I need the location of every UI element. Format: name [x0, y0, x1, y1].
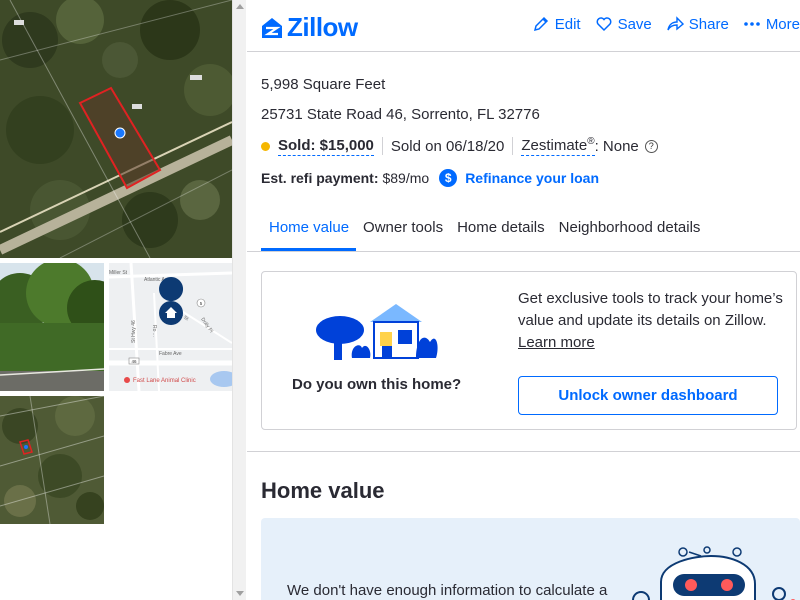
panel-header: Zillow Edit Save Share More: [247, 0, 800, 52]
map-street-label: Fabre Ave: [159, 351, 182, 357]
home-value-heading: Home value: [261, 478, 385, 503]
more-label: More: [765, 15, 800, 33]
share-label: Share: [688, 15, 729, 33]
refi-value: $89/mo: [382, 170, 430, 186]
more-dots-icon: [744, 22, 760, 26]
dollar-icon: $: [439, 169, 458, 187]
tab-neighborhood-details[interactable]: Neighborhood details: [552, 207, 708, 251]
tab-home-details[interactable]: Home details: [450, 207, 552, 251]
property-facts: 5,998 Square Feet 25731 State Road 46, S…: [247, 52, 800, 187]
aerial-photo-secondary[interactable]: [0, 396, 104, 524]
pencil-icon: [533, 16, 548, 32]
aerial-photo-main[interactable]: [0, 0, 232, 258]
owner-description: Get exclusive tools to track your home’s…: [518, 288, 788, 354]
header-actions: Edit Save Share More: [532, 15, 800, 33]
save-button[interactable]: Save: [595, 15, 652, 33]
share-icon: [667, 16, 684, 31]
property-details-panel: Zillow Edit Save Share More 5,998 Square…: [247, 0, 800, 600]
detail-tabs: Home value Owner tools Home details Neig…: [247, 207, 800, 252]
edit-label: Edit: [554, 15, 581, 33]
home-value-message: We don't have enough information to calc…: [287, 582, 608, 599]
owner-question: Do you own this home?: [292, 376, 462, 393]
street-photo[interactable]: [0, 263, 104, 391]
brand-name: Zillow: [287, 12, 358, 42]
map-street-label: St Hwy 46: [131, 320, 137, 343]
sale-status-row: Sold: $15,000 Sold on 06/18/20 Zestimate…: [261, 136, 786, 156]
section-divider: [247, 451, 800, 452]
tab-owner-tools[interactable]: Owner tools: [356, 207, 450, 251]
property-address: 25731 State Road 46, Sorrento, FL 32776: [261, 106, 540, 123]
lot-area: 5,998 Square Feet: [261, 76, 386, 93]
more-button[interactable]: More: [743, 15, 800, 33]
zestimate-label: Zestimate: [521, 137, 588, 154]
scroll-up-icon[interactable]: [236, 4, 244, 9]
status-dot-icon: [261, 141, 270, 151]
unlock-owner-dashboard-button[interactable]: Unlock owner dashboard: [518, 376, 778, 415]
map-road-badge: 46: [131, 359, 137, 364]
learn-more-link[interactable]: Learn more: [518, 334, 595, 351]
photo-gallery: Miller St Atlantic Ave Apple St Dolly Pl…: [0, 0, 232, 600]
edit-button[interactable]: Edit: [532, 15, 581, 33]
zillow-logo[interactable]: Zillow: [261, 12, 358, 43]
zillow-house-icon: [262, 17, 282, 38]
help-icon[interactable]: ?: [644, 139, 658, 153]
divider: [512, 137, 514, 155]
tab-home-value[interactable]: Home value: [261, 207, 357, 251]
refinance-link[interactable]: Refinance your loan: [465, 170, 599, 186]
home-value-box: We don't have enough information to calc…: [261, 518, 800, 600]
map-street-label: Miller St: [109, 270, 128, 276]
robot-illustration-icon: [632, 546, 796, 600]
scroll-down-icon[interactable]: [236, 591, 244, 596]
zestimate-value: : None: [594, 137, 639, 155]
map-street-label: Ro ...: [151, 325, 157, 337]
zestimate-link[interactable]: Zestimate®: [521, 136, 595, 156]
owner-description-text: Get exclusive tools to track your home’s…: [518, 290, 783, 329]
divider: [381, 137, 383, 155]
sold-label: Sold:: [278, 136, 316, 154]
map-place-label: Fast Lane Animal Clinic: [133, 378, 196, 384]
sold-price[interactable]: Sold: $15,000: [278, 137, 374, 156]
refi-label: Est. refi payment:: [261, 170, 379, 186]
gallery-scrollbar[interactable]: [232, 0, 246, 600]
save-label: Save: [617, 15, 652, 33]
sold-price-value: $15,000: [319, 136, 374, 154]
sold-date: Sold on 06/18/20: [390, 137, 505, 155]
heart-icon: [596, 17, 612, 32]
share-button[interactable]: Share: [666, 15, 729, 33]
refi-row: Est. refi payment: $89/mo $ Refinance yo…: [261, 169, 786, 187]
registered-mark: ®: [587, 136, 595, 147]
house-illustration-icon: [316, 304, 438, 360]
street-map[interactable]: Miller St Atlantic Ave Apple St Dolly Pl…: [109, 263, 232, 391]
owner-dashboard-card: Do you own this home? Get exclusive tool…: [261, 271, 797, 430]
